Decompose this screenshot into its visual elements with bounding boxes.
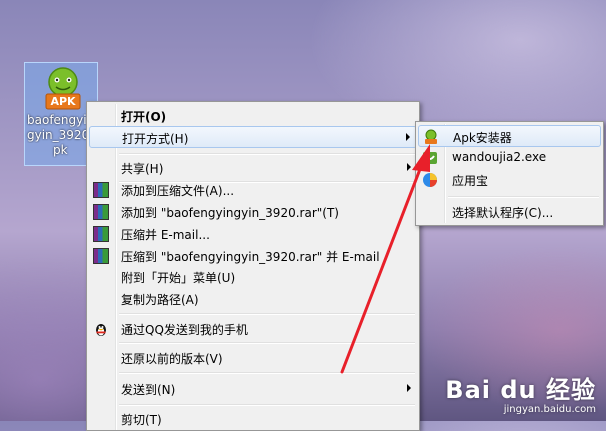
menu-item-copy-as-path[interactable]: 复制为路径(A) (89, 288, 417, 310)
submenu-arrow-icon (407, 384, 411, 392)
apk-installer-icon (425, 129, 437, 144)
watermark-brand: Bai du 经验 (445, 376, 596, 404)
menu-separator (119, 404, 415, 406)
winrar-icon (93, 226, 109, 242)
menu-item-open-with[interactable]: 打开方式(H) (89, 126, 417, 148)
menu-separator (119, 153, 415, 155)
menu-item-open[interactable]: 打开(O) (89, 105, 417, 127)
menu-item-add-to-rar[interactable]: 添加到 "baofengyingyin_3920.rar"(T) (89, 201, 417, 223)
submenu-item-label: 应用宝 (452, 174, 489, 188)
menu-item-compress-email[interactable]: 压缩并 E-mail... (89, 223, 417, 245)
menu-item-add-to-archive[interactable]: 添加到压缩文件(A)... (89, 179, 417, 201)
menu-item-label: 共享(H) (121, 162, 164, 176)
menu-item-label: 通过QQ发送到我的手机 (121, 323, 248, 337)
menu-item-share[interactable]: 共享(H) (89, 157, 417, 179)
menu-item-label: 压缩到 "baofengyingyin_3920.rar" 并 E-mail (121, 250, 380, 264)
winrar-icon (93, 248, 109, 264)
menu-item-label: 打开(O) (121, 110, 167, 124)
menu-item-label: 添加到压缩文件(A)... (121, 184, 235, 198)
menu-item-send-to[interactable]: 发送到(N) (89, 378, 417, 400)
wandoujia-icon (423, 152, 437, 164)
winrar-icon (93, 182, 109, 198)
menu-item-label: 压缩并 E-mail... (121, 228, 210, 242)
yingyongbao-icon (423, 173, 437, 187)
menu-item-label: 添加到 "baofengyingyin_3920.rar"(T) (121, 206, 339, 220)
watermark-url: jingyan.baidu.com (503, 404, 596, 415)
menu-separator (119, 372, 415, 374)
menu-item-send-via-qq[interactable]: 通过QQ发送到我的手机 (89, 318, 417, 340)
winrar-icon (93, 204, 109, 220)
menu-item-label: 发送到(N) (121, 383, 176, 397)
menu-separator (119, 313, 415, 315)
submenu-arrow-icon (407, 163, 411, 171)
menu-item-label: 剪切(T) (121, 413, 162, 427)
open-with-submenu: Apk安装器 wandoujia2.exe 应用宝 选择默认程序(C)... (415, 121, 604, 226)
submenu-item-choose-default[interactable]: 选择默认程序(C)... (418, 201, 601, 223)
submenu-item-label: 选择默认程序(C)... (452, 206, 554, 220)
submenu-item-yingyongbao[interactable]: 应用宝 (418, 169, 601, 191)
submenu-arrow-icon (406, 133, 410, 141)
menu-separator (119, 342, 415, 344)
baidu-jingyan-watermark: Bai du 经验 jingyan.baidu.com (445, 376, 596, 415)
submenu-item-apk-installer[interactable]: Apk安装器 (418, 125, 601, 147)
apk-badge-text: APK (50, 95, 76, 108)
menu-separator (448, 196, 599, 198)
qq-penguin-icon (96, 324, 106, 336)
context-menu: 打开(O) 打开方式(H) 共享(H) 添加到压缩文件(A)... 添加到 "b… (86, 101, 420, 431)
menu-item-cut[interactable]: 剪切(T) (89, 408, 417, 430)
menu-item-label: 还原以前的版本(V) (121, 352, 223, 366)
submenu-item-label: Apk安装器 (453, 131, 512, 145)
submenu-item-wandoujia[interactable]: wandoujia2.exe (418, 147, 601, 169)
menu-item-pin-to-start[interactable]: 附到「开始」菜单(U) (89, 266, 417, 288)
submenu-item-label: wandoujia2.exe (452, 150, 547, 164)
menu-item-compress-to-rar-email[interactable]: 压缩到 "baofengyingyin_3920.rar" 并 E-mail (89, 245, 417, 267)
menu-item-restore-versions[interactable]: 还原以前的版本(V) (89, 347, 417, 369)
menu-item-label: 附到「开始」菜单(U) (121, 271, 236, 285)
menu-item-label: 复制为路径(A) (121, 293, 199, 307)
menu-item-label: 打开方式(H) (122, 132, 189, 146)
